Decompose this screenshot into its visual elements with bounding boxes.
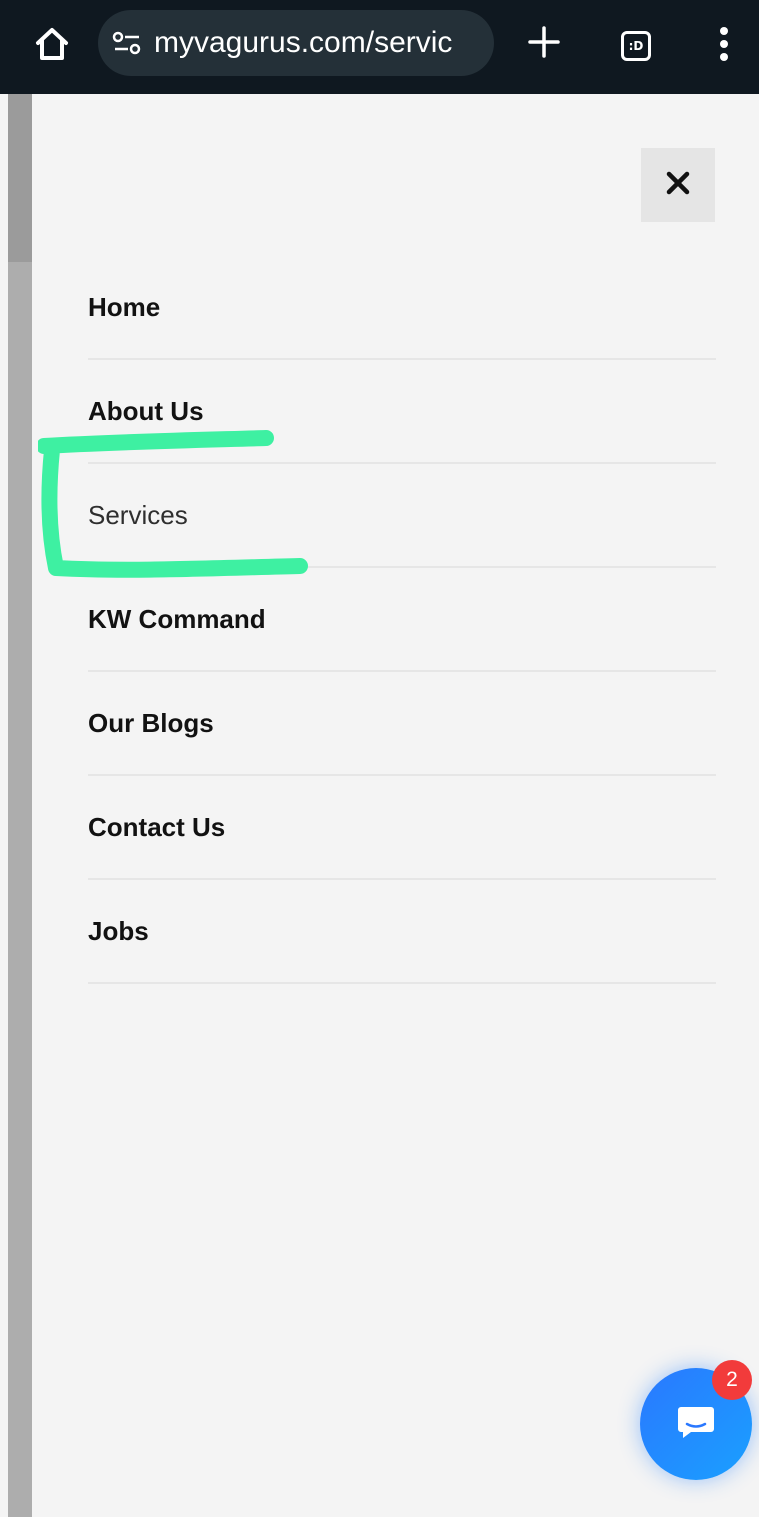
nav-item-jobs[interactable]: Jobs <box>88 880 716 984</box>
new-tab-button[interactable] <box>520 20 568 68</box>
nav-item-label: Home <box>88 291 161 322</box>
nav-item-kw-command[interactable]: KW Command <box>88 568 716 672</box>
chat-icon <box>675 1401 717 1448</box>
tune-icon[interactable] <box>112 28 142 58</box>
browser-toolbar: myvagurus.com/servic :D <box>0 0 759 94</box>
nav-item-label: Contact Us <box>88 811 226 842</box>
scrollbar-track[interactable] <box>8 94 32 1517</box>
nav-item-our-blogs[interactable]: Our Blogs <box>88 672 716 776</box>
close-icon <box>666 171 690 200</box>
more-vertical-icon <box>718 26 730 67</box>
nav-item-label: Jobs <box>88 915 149 946</box>
scrollbar-thumb[interactable] <box>8 94 32 262</box>
tab-switcher-icon: :D <box>621 31 651 61</box>
url-text[interactable]: myvagurus.com/servic <box>154 26 452 60</box>
nav-item-home[interactable]: Home <box>88 256 716 360</box>
tab-switcher-button[interactable]: :D <box>612 22 660 70</box>
home-icon <box>32 24 72 69</box>
nav-item-label: Services <box>88 499 188 530</box>
address-bar[interactable]: myvagurus.com/servic <box>98 10 494 76</box>
plus-icon <box>527 25 561 64</box>
nav-item-contact-us[interactable]: Contact Us <box>88 776 716 880</box>
browser-menu-button[interactable] <box>700 20 748 72</box>
main-nav-menu: Home About Us Services KW Command Our Bl… <box>88 256 716 984</box>
home-button[interactable] <box>28 22 76 70</box>
nav-item-label: About Us <box>88 395 204 426</box>
nav-item-label: KW Command <box>88 603 266 634</box>
nav-item-services[interactable]: Services <box>88 464 716 568</box>
nav-item-about-us[interactable]: About Us <box>88 360 716 464</box>
nav-item-label: Our Blogs <box>88 707 214 738</box>
close-menu-button[interactable] <box>641 148 715 222</box>
unread-count-badge: 2 <box>712 1360 752 1400</box>
